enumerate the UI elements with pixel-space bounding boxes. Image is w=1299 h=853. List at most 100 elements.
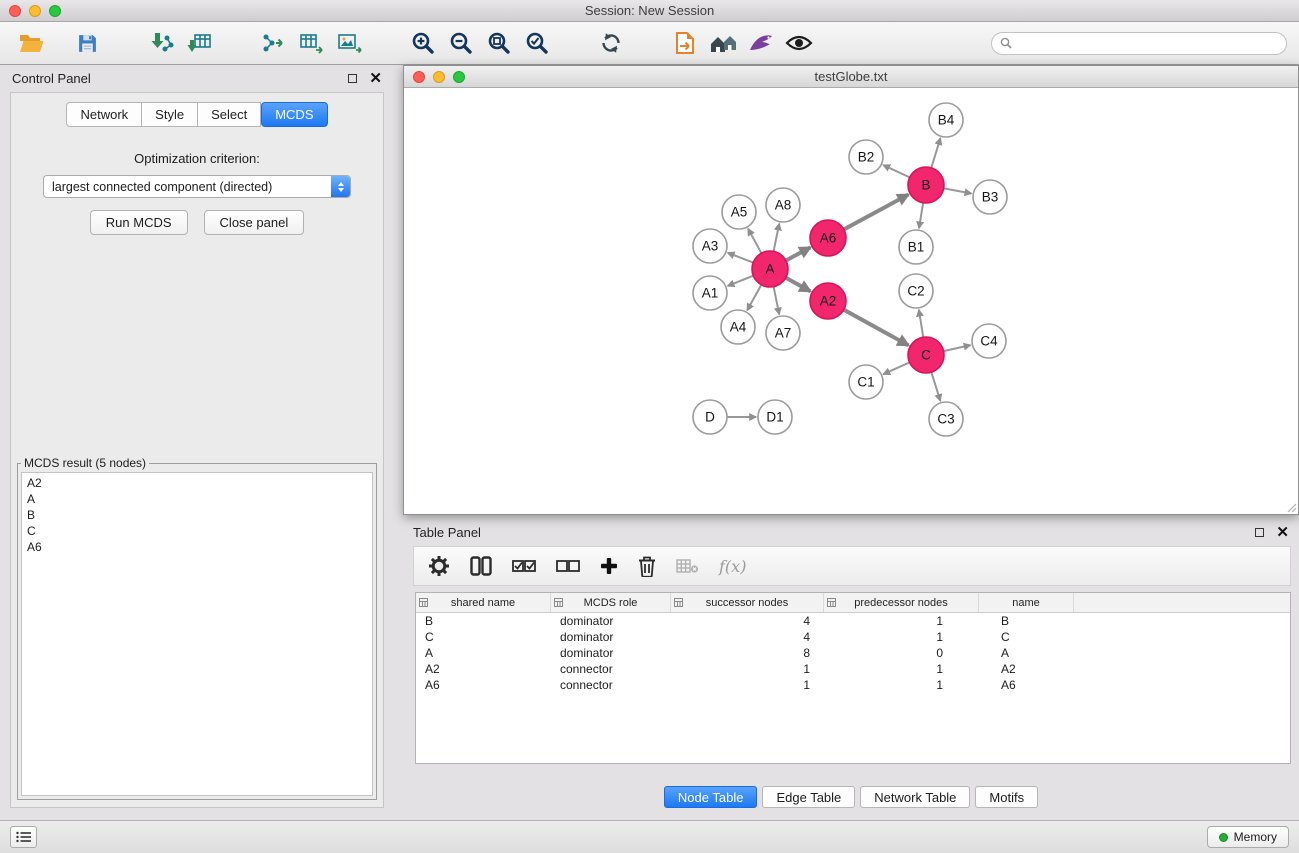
- export-network-button[interactable]: [254, 26, 292, 60]
- graph-node-B2[interactable]: B2: [849, 140, 883, 174]
- tab-mcds[interactable]: MCDS: [261, 102, 327, 127]
- table-row[interactable]: Bdominator41B: [416, 613, 1290, 629]
- graph-node-B1[interactable]: B1: [899, 230, 933, 264]
- save-session-button[interactable]: [68, 26, 106, 60]
- mcds-result-item[interactable]: A6: [27, 539, 367, 555]
- table-row[interactable]: Cdominator41C: [416, 629, 1290, 645]
- graph-node-B[interactable]: B: [908, 167, 944, 203]
- create-column-button[interactable]: [600, 557, 618, 575]
- graph-edge-C-C1[interactable]: [883, 362, 909, 374]
- mcds-result-list[interactable]: A2ABCA6: [21, 472, 373, 796]
- resize-handle-icon[interactable]: [1285, 501, 1297, 513]
- graph-edge-A-A5[interactable]: [748, 229, 761, 253]
- graph-edge-A-A1[interactable]: [728, 276, 754, 286]
- graph-edge-C-C3[interactable]: [931, 372, 940, 401]
- tab-edge-table[interactable]: Edge Table: [762, 786, 855, 808]
- optimization-criterion-select[interactable]: largest connected component (directed): [43, 175, 351, 198]
- open-folder-button[interactable]: [12, 26, 50, 60]
- zoom-out-button[interactable]: [442, 26, 480, 60]
- table-row[interactable]: Adominator80A: [416, 645, 1290, 661]
- float-panel-icon[interactable]: [348, 74, 357, 83]
- toolbar-search[interactable]: [991, 32, 1287, 55]
- graph-node-C[interactable]: C: [908, 337, 944, 373]
- import-table-button[interactable]: [180, 26, 218, 60]
- graph-edge-A-A8[interactable]: [774, 224, 780, 252]
- network-canvas[interactable]: B4 B2 B B3 A5 A8 A6 B1 A3 A C2 A1 A2 A4 A7 C4 C C1 C3 D D1: [404, 88, 1298, 514]
- tab-node-table[interactable]: Node Table: [664, 786, 758, 808]
- graph-node-D[interactable]: D: [693, 400, 727, 434]
- graph-node-A[interactable]: A: [752, 251, 788, 287]
- bird-button[interactable]: [742, 26, 780, 60]
- column-header-predecessor-nodes[interactable]: predecessor nodes: [824, 593, 979, 612]
- show-columns-button[interactable]: [470, 556, 492, 576]
- network-overview-button[interactable]: [704, 26, 742, 60]
- node-table[interactable]: shared name MCDS role successor nodes pr…: [415, 592, 1291, 764]
- column-header-shared-name[interactable]: shared name: [416, 593, 551, 612]
- close-panel-button[interactable]: Close panel: [204, 210, 305, 235]
- tab-style[interactable]: Style: [142, 102, 198, 127]
- graph-node-A2[interactable]: A2: [810, 283, 846, 319]
- graph-node-B3[interactable]: B3: [973, 180, 1007, 214]
- table-settings-button[interactable]: [428, 555, 450, 577]
- graph-edge-A-A4[interactable]: [747, 285, 761, 311]
- zoom-in-button[interactable]: [404, 26, 442, 60]
- unselect-all-columns-button[interactable]: [556, 559, 580, 573]
- zoom-selected-button[interactable]: [518, 26, 556, 60]
- graph-edge-B-B1[interactable]: [919, 203, 923, 228]
- mcds-result-item[interactable]: C: [27, 523, 367, 539]
- delete-column-button[interactable]: [638, 556, 656, 577]
- tab-select[interactable]: Select: [198, 102, 261, 127]
- graph-node-C3[interactable]: C3: [929, 402, 963, 436]
- graph-edge-A6-B[interactable]: [844, 195, 909, 230]
- graph-edge-A-A6[interactable]: [786, 247, 810, 260]
- tab-network-table[interactable]: Network Table: [860, 786, 970, 808]
- graph-node-A8[interactable]: A8: [766, 188, 800, 222]
- column-header-mcds-role[interactable]: MCDS role: [551, 593, 671, 612]
- close-panel-icon[interactable]: ✕: [369, 71, 382, 86]
- graph-node-C1[interactable]: C1: [849, 365, 883, 399]
- table-row[interactable]: A6connector11A6: [416, 677, 1290, 693]
- run-mcds-button[interactable]: Run MCDS: [90, 210, 188, 235]
- column-header-name[interactable]: name: [979, 593, 1074, 612]
- search-input[interactable]: [1017, 36, 1278, 50]
- graph-node-A5[interactable]: A5: [722, 195, 756, 229]
- select-all-columns-button[interactable]: [512, 559, 536, 573]
- table-row[interactable]: A2connector11A2: [416, 661, 1290, 677]
- graph-node-A3[interactable]: A3: [693, 229, 727, 263]
- tab-motifs[interactable]: Motifs: [975, 786, 1038, 808]
- network-window-titlebar[interactable]: testGlobe.txt: [404, 66, 1298, 88]
- graph-node-C2[interactable]: C2: [899, 274, 933, 308]
- show-hide-details-button[interactable]: [780, 26, 818, 60]
- graph-node-A4[interactable]: A4: [721, 310, 755, 344]
- import-network-button[interactable]: [142, 26, 180, 60]
- graph-edge-B-B4[interactable]: [931, 138, 940, 168]
- table-float-panel-icon[interactable]: [1255, 528, 1264, 537]
- export-image-button[interactable]: [330, 26, 368, 60]
- graph-node-B4[interactable]: B4: [929, 103, 963, 137]
- graph-edge-A-A7[interactable]: [774, 287, 780, 315]
- mcds-result-item[interactable]: A2: [27, 475, 367, 491]
- graph-edge-C-C4[interactable]: [944, 345, 971, 351]
- graph-node-A6[interactable]: A6: [810, 220, 846, 256]
- export-table-button[interactable]: [292, 26, 330, 60]
- graph-edge-B-B3[interactable]: [944, 188, 972, 193]
- graph-edge-C-C2[interactable]: [919, 310, 923, 337]
- delete-table-button[interactable]: [676, 558, 699, 574]
- graph-edge-A-A2[interactable]: [786, 278, 811, 292]
- mcds-result-item[interactable]: A: [27, 491, 367, 507]
- graph-edge-A2-C[interactable]: [844, 310, 909, 346]
- open-recent-file-button[interactable]: [666, 26, 704, 60]
- zoom-fit-button[interactable]: [480, 26, 518, 60]
- graph-node-C4[interactable]: C4: [972, 324, 1006, 358]
- graph-node-A7[interactable]: A7: [766, 316, 800, 350]
- column-header-successor-nodes[interactable]: successor nodes: [671, 593, 824, 612]
- task-history-button[interactable]: [10, 826, 37, 848]
- function-builder-button[interactable]: f(x): [719, 557, 746, 576]
- mcds-result-item[interactable]: B: [27, 507, 367, 523]
- memory-button[interactable]: Memory: [1207, 826, 1289, 848]
- tab-network[interactable]: Network: [66, 102, 142, 127]
- graph-edge-A-A3[interactable]: [728, 253, 753, 263]
- graph-node-D1[interactable]: D1: [758, 400, 792, 434]
- graph-node-A1[interactable]: A1: [693, 276, 727, 310]
- apply-layout-button[interactable]: [592, 26, 630, 60]
